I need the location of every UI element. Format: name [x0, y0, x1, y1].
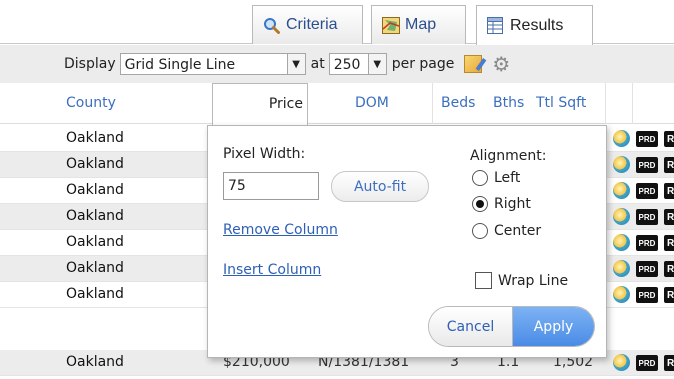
cell-county: Oakland	[66, 286, 124, 302]
remove-column-link[interactable]: Remove Column	[223, 222, 338, 238]
tab-results[interactable]: Results	[476, 5, 593, 45]
per-page-label: per page	[391, 56, 455, 72]
display-select[interactable]: Grid Single Line ▼	[119, 53, 306, 75]
radio-left[interactable]	[472, 170, 488, 186]
column-header-ttl-sqft[interactable]: Ttl Sqft	[536, 95, 586, 111]
prd-icon[interactable]: PRD	[636, 235, 658, 251]
history-icon[interactable]	[613, 156, 630, 173]
magnifier-icon	[263, 17, 280, 34]
pixel-width-input[interactable]	[223, 172, 319, 200]
map-icon	[382, 16, 400, 34]
report-icon[interactable]: R	[664, 131, 674, 147]
prd-icon[interactable]: PRD	[636, 157, 658, 173]
tab-criteria-label: Criteria	[286, 16, 338, 33]
display-select-value: Grid Single Line	[124, 56, 236, 73]
apply-button[interactable]: Apply	[513, 307, 594, 346]
cancel-button[interactable]: Cancel	[429, 307, 513, 346]
column-divider	[632, 83, 633, 124]
history-icon[interactable]	[613, 130, 630, 147]
edit-icon[interactable]	[464, 55, 483, 73]
report-icon[interactable]: R	[664, 209, 674, 225]
alignment-option-label: Right	[494, 196, 531, 212]
wrap-line-checkbox[interactable]	[475, 272, 492, 289]
report-icon[interactable]: R	[664, 157, 674, 173]
column-header-price[interactable]: Price	[212, 83, 308, 126]
per-page-select[interactable]: 250 ▼	[328, 53, 387, 75]
tab-map[interactable]: Map	[371, 5, 466, 44]
column-header-dom[interactable]: DOM	[355, 95, 389, 111]
tab-bar: Criteria Map Results	[0, 0, 674, 45]
column-header-beds[interactable]: Beds	[441, 95, 475, 111]
gear-icon[interactable]: ⚙	[492, 54, 510, 74]
report-icon[interactable]: R	[664, 261, 674, 277]
alignment-option-right[interactable]: Right	[472, 196, 531, 212]
alignment-option-label: Center	[494, 223, 542, 239]
prd-icon[interactable]: PRD	[636, 183, 658, 199]
cell-county: Oakland	[66, 234, 124, 250]
chevron-down-icon: ▼	[286, 54, 305, 74]
alignment-option-center[interactable]: Center	[472, 223, 541, 239]
tab-criteria[interactable]: Criteria	[252, 5, 363, 44]
cell-county: Oakland	[66, 156, 124, 172]
history-icon[interactable]	[613, 286, 630, 303]
chevron-down-icon: ▼	[367, 54, 386, 74]
column-settings-popup: Pixel Width: Auto-fit Remove Column Inse…	[207, 125, 607, 358]
display-label: Display	[64, 56, 116, 72]
history-icon[interactable]	[613, 354, 630, 371]
pixel-width-label: Pixel Width:	[223, 146, 306, 162]
prd-icon[interactable]: PRD	[636, 355, 658, 371]
grid-header: County Price DOM Beds Bths Ttl Sqft	[0, 83, 674, 126]
column-divider	[605, 83, 606, 124]
column-header-price-label: Price	[268, 96, 303, 112]
history-icon[interactable]	[613, 208, 630, 225]
cell-county: Oakland	[66, 260, 124, 276]
history-icon[interactable]	[613, 260, 630, 277]
prd-icon[interactable]: PRD	[636, 261, 658, 277]
report-icon[interactable]: R	[664, 355, 674, 371]
table-icon	[487, 17, 504, 34]
insert-column-link[interactable]: Insert Column	[223, 262, 321, 278]
results-toolbar: Display Grid Single Line ▼ at 250 ▼ per …	[0, 45, 674, 83]
cell-county: Oakland	[66, 354, 124, 370]
report-icon[interactable]: R	[664, 235, 674, 251]
radio-center[interactable]	[472, 223, 488, 239]
cell-county: Oakland	[66, 208, 124, 224]
popup-button-group: Cancel Apply	[428, 306, 595, 347]
report-icon[interactable]: R	[664, 183, 674, 199]
column-divider	[432, 83, 433, 124]
column-header-county[interactable]: County	[66, 95, 116, 111]
alignment-option-left[interactable]: Left	[472, 170, 520, 186]
alignment-label: Alignment:	[470, 148, 547, 164]
tab-results-label: Results	[510, 16, 564, 34]
at-label: at	[310, 56, 325, 72]
radio-right[interactable]	[472, 196, 488, 212]
report-icon[interactable]: R	[664, 287, 674, 303]
column-header-bths[interactable]: Bths	[493, 95, 524, 111]
prd-icon[interactable]: PRD	[636, 209, 658, 225]
prd-icon[interactable]: PRD	[636, 287, 658, 303]
wrap-line-label: Wrap Line	[498, 272, 569, 289]
prd-icon[interactable]: PRD	[636, 131, 658, 147]
per-page-select-value: 250	[333, 56, 361, 73]
alignment-option-label: Left	[494, 170, 521, 186]
cell-county: Oakland	[66, 130, 124, 146]
auto-fit-button[interactable]: Auto-fit	[331, 171, 429, 202]
history-icon[interactable]	[613, 182, 630, 199]
tab-map-label: Map	[405, 16, 437, 33]
cell-county: Oakland	[66, 182, 124, 198]
wrap-line-option[interactable]: Wrap Line	[475, 272, 568, 289]
history-icon[interactable]	[613, 234, 630, 251]
